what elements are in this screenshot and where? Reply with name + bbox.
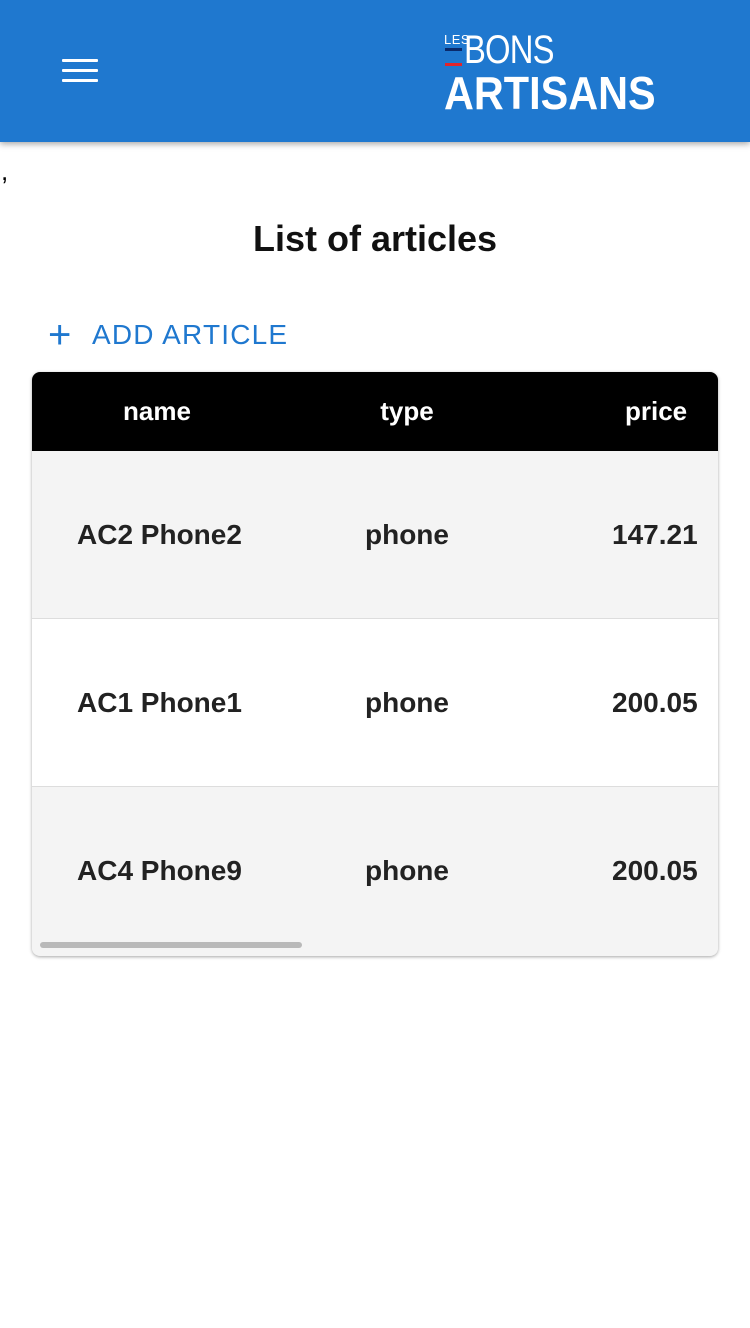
cell-type: phone [365,518,449,550]
hamburger-menu-icon[interactable] [52,48,108,92]
cell-name: AC2 Phone2 [77,518,242,550]
cell-type: phone [365,855,449,886]
cell-price: 200.05 [612,686,698,718]
logo-artisans: ARTISANS [444,67,656,119]
table-row[interactable]: AC4 Phone9 phone 200.05 [32,787,718,955]
app-bar: LES BONS ARTISANS [0,0,750,142]
cell-price: 147.21 [612,518,698,550]
logo-flag-blue [445,48,462,51]
page-title: List of articles [252,218,498,259]
table-header: name type price [32,372,718,451]
add-article-label: ADD ARTICLE [92,319,289,350]
horizontal-scrollbar[interactable] [40,942,302,948]
header-name[interactable]: name [32,396,282,427]
header-type[interactable]: type [282,396,532,427]
articles-table: name type price AC2 Phone2 phone 147.21 … [32,372,718,956]
table-row[interactable]: AC2 Phone2 phone 147.21 [32,451,718,619]
les-bons-artisans-logo[interactable]: LES BONS ARTISANS [444,28,674,119]
stray-comma: , [1,156,9,186]
cell-name: AC1 Phone1 [77,686,242,718]
cell-price: 200.05 [612,855,698,886]
add-article-button[interactable]: + ADD ARTICLE [40,312,296,358]
cell-type: phone [365,686,449,718]
plus-icon: + [48,313,73,357]
cell-name: AC4 Phone9 [77,855,242,886]
table-row[interactable]: AC1 Phone1 phone 200.05 [32,619,718,787]
header-price[interactable]: price [532,396,718,427]
